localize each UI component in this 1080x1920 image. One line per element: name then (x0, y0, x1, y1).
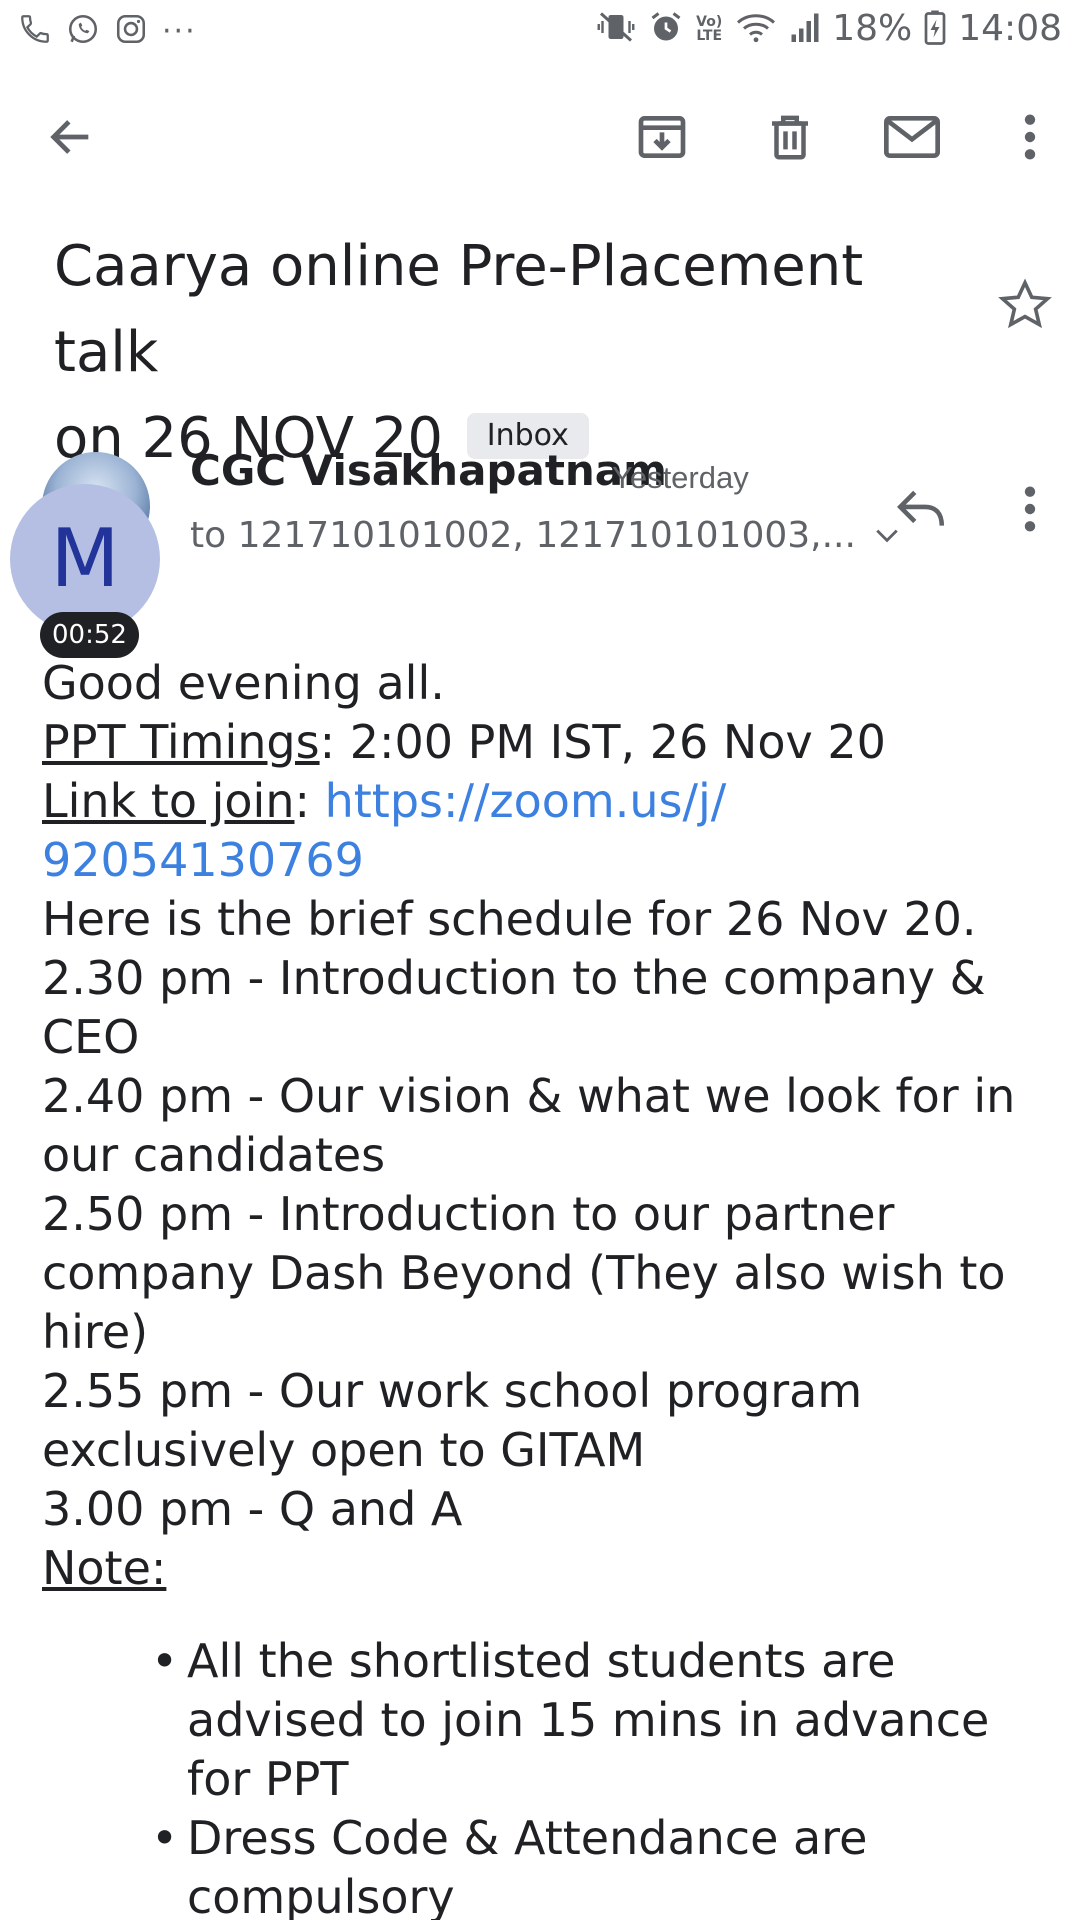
schedule-item: 2.30 pm - Introduction to the company & (42, 951, 986, 1005)
email-body: Good evening all. PPT Timings: 2:00 PM I… (42, 654, 1052, 1920)
subject-line-1: Caarya online Pre-Placement talk (54, 234, 864, 385)
link-continued: 92054130769 (42, 831, 1052, 890)
overlay-timer: 00:52 (40, 612, 139, 658)
delete-button[interactable] (755, 102, 825, 172)
signal-icon (790, 9, 820, 49)
archive-icon (638, 116, 686, 158)
bullet-line: for PPT (187, 1752, 349, 1806)
vibrate-mute-icon (596, 9, 636, 49)
schedule-item: exclusively open to GITAM (42, 1423, 646, 1477)
link-to-join: Link to join: https://zoom.us/j/ (42, 772, 1052, 831)
schedule-intro: Here is the brief schedule for 26 Nov 20… (42, 892, 977, 946)
greeting: Good evening all. (42, 656, 445, 710)
email-subject: Caarya online Pre-Placement talk on 26 N… (54, 224, 974, 482)
gmail-email-view: ··· Vo) LTE 18% 14:08 Caarya online Pre-… (0, 0, 1080, 1920)
recipients-toggle[interactable]: to 121710101002, 121710101003,... (190, 515, 900, 556)
list-item: All the shortlisted students are advised… (151, 1632, 1052, 1809)
schedule-item: 2.40 pm - Our vision & what we look for … (42, 1069, 1016, 1123)
whatsapp-icon (66, 12, 100, 50)
trash-icon (772, 115, 808, 160)
back-arrow-icon (50, 120, 89, 154)
phone-icon (18, 12, 52, 50)
zoom-link[interactable]: https://zoom.us/j/ (325, 774, 727, 828)
mail-icon (884, 116, 940, 158)
bullet-line: compulsory (187, 1870, 455, 1920)
zoom-link-continued[interactable]: 92054130769 (42, 833, 364, 887)
back-button[interactable] (36, 102, 106, 172)
sender-name: CGC Visakhapatnam (190, 446, 667, 495)
reply-button[interactable] (886, 474, 956, 544)
volte-icon: Vo) LTE (696, 13, 723, 44)
alarm-icon (648, 9, 684, 49)
mark-unread-button[interactable] (877, 102, 947, 172)
star-button[interactable] (996, 276, 1054, 339)
schedule-item: 3.00 pm - Q and A (42, 1482, 463, 1536)
bullet-line: All the shortlisted students are (187, 1634, 896, 1688)
email-toolbar (0, 80, 1080, 190)
bullet-line: Dress Code & Attendance are (187, 1811, 868, 1865)
schedule-item: 2.50 pm - Introduction to our partner (42, 1187, 895, 1241)
reply-icon (896, 490, 945, 526)
schedule-item: 2.55 pm - Our work school program (42, 1364, 863, 1418)
schedule-item: hire) (42, 1305, 149, 1359)
schedule-item: company Dash Beyond (They also wish to (42, 1246, 1006, 1300)
list-item: Dress Code & Attendance are compulsory (151, 1809, 1052, 1920)
more-options-button[interactable] (1000, 102, 1060, 172)
wifi-icon (734, 9, 778, 49)
star-icon (998, 278, 1052, 329)
bullet-line: advised to join 15 mins in advance (187, 1693, 990, 1747)
note-label: Note: (42, 1539, 1052, 1598)
battery-percent: 18% (832, 8, 913, 49)
ppt-timings: PPT Timings: 2:00 PM IST, 26 Nov 20 (42, 713, 1052, 772)
link-sep: : (294, 774, 325, 828)
clock: 14:08 (958, 8, 1062, 49)
schedule-item: our candidates (42, 1128, 386, 1182)
sent-time: Yesterday (612, 460, 749, 495)
status-bar: ··· Vo) LTE 18% 14:08 (0, 0, 1080, 64)
battery-charging-icon (924, 9, 946, 49)
more-vert-icon (1024, 486, 1036, 532)
schedule-item: CEO (42, 1010, 140, 1064)
recipients-text: to 121710101002, 121710101003,... (190, 515, 856, 556)
more-vert-icon (1024, 114, 1036, 160)
more-notifications-icon: ··· (162, 13, 197, 49)
status-bar-system: Vo) LTE 18% 14:08 (596, 8, 1062, 49)
instagram-icon (114, 12, 148, 50)
note-list: All the shortlisted students are advised… (42, 1632, 1052, 1920)
ppt-timings-value: : 2:00 PM IST, 26 Nov 20 (319, 715, 886, 769)
note-label-text: Note: (42, 1541, 167, 1595)
link-label: Link to join (42, 774, 295, 828)
ppt-timings-label: PPT Timings (42, 715, 320, 769)
status-bar-notifications: ··· (18, 12, 197, 50)
archive-button[interactable] (627, 102, 697, 172)
message-more-button[interactable] (1000, 474, 1060, 544)
